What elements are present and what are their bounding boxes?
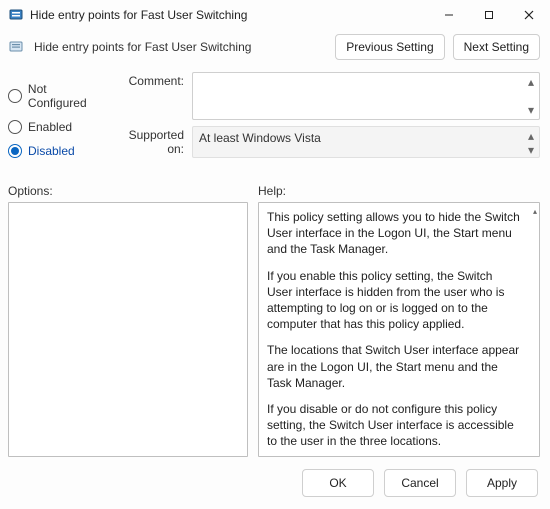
- scroll-up-icon[interactable]: ▴: [533, 207, 537, 218]
- maximize-button[interactable]: [472, 2, 506, 28]
- apply-button[interactable]: Apply: [466, 469, 538, 497]
- options-pane: [8, 202, 248, 457]
- comment-textarea[interactable]: ▴▾: [192, 72, 540, 120]
- radio-circle-icon: [8, 120, 22, 134]
- radio-disabled[interactable]: Disabled: [8, 144, 108, 158]
- help-paragraph: This policy setting allows you to hide t…: [267, 209, 521, 258]
- help-pane: ▴ This policy setting allows you to hide…: [258, 202, 540, 457]
- radio-not-configured[interactable]: Not Configured: [8, 82, 108, 110]
- supported-on-field: At least Windows Vista ▴▾: [192, 126, 540, 158]
- scrollbar-icon: ▴▾: [525, 129, 537, 155]
- radio-label: Not Configured: [28, 82, 108, 110]
- radio-label: Disabled: [28, 144, 75, 158]
- help-paragraph: The locations that Switch User interface…: [267, 342, 521, 391]
- help-paragraph: If you disable or do not configure this …: [267, 401, 521, 450]
- window-title: Hide entry points for Fast User Switchin…: [30, 8, 432, 22]
- previous-setting-button[interactable]: Previous Setting: [335, 34, 444, 60]
- help-label: Help:: [258, 184, 540, 198]
- ok-button[interactable]: OK: [302, 469, 374, 497]
- header-row: Hide entry points for Fast User Switchin…: [0, 30, 550, 68]
- policy-title: Hide entry points for Fast User Switchin…: [32, 40, 327, 54]
- app-icon: [8, 7, 24, 23]
- supported-on-value: At least Windows Vista: [199, 131, 321, 145]
- radio-circle-icon: [8, 144, 22, 158]
- config-area: Not Configured Enabled Disabled Comment:…: [0, 68, 550, 174]
- minimize-button[interactable]: [432, 2, 466, 28]
- radio-circle-icon: [8, 89, 22, 103]
- scrollbar-icon: ▴▾: [525, 75, 537, 117]
- meta-column: Comment: ▴▾ Supported on: At least Windo…: [114, 72, 540, 168]
- dialog-footer: OK Cancel Apply: [0, 457, 550, 509]
- gpo-editor-window: Hide entry points for Fast User Switchin…: [0, 0, 550, 509]
- options-label: Options:: [8, 184, 248, 198]
- comment-label: Comment:: [114, 72, 184, 88]
- cancel-button[interactable]: Cancel: [384, 469, 456, 497]
- help-paragraph: If you enable this policy setting, the S…: [267, 268, 521, 333]
- titlebar: Hide entry points for Fast User Switchin…: [0, 0, 550, 30]
- radio-enabled[interactable]: Enabled: [8, 120, 108, 134]
- policy-icon: [8, 39, 24, 55]
- radio-label: Enabled: [28, 120, 72, 134]
- close-button[interactable]: [512, 2, 546, 28]
- state-radio-group: Not Configured Enabled Disabled: [8, 72, 108, 168]
- supported-on-label: Supported on:: [114, 126, 184, 156]
- next-setting-button[interactable]: Next Setting: [453, 34, 540, 60]
